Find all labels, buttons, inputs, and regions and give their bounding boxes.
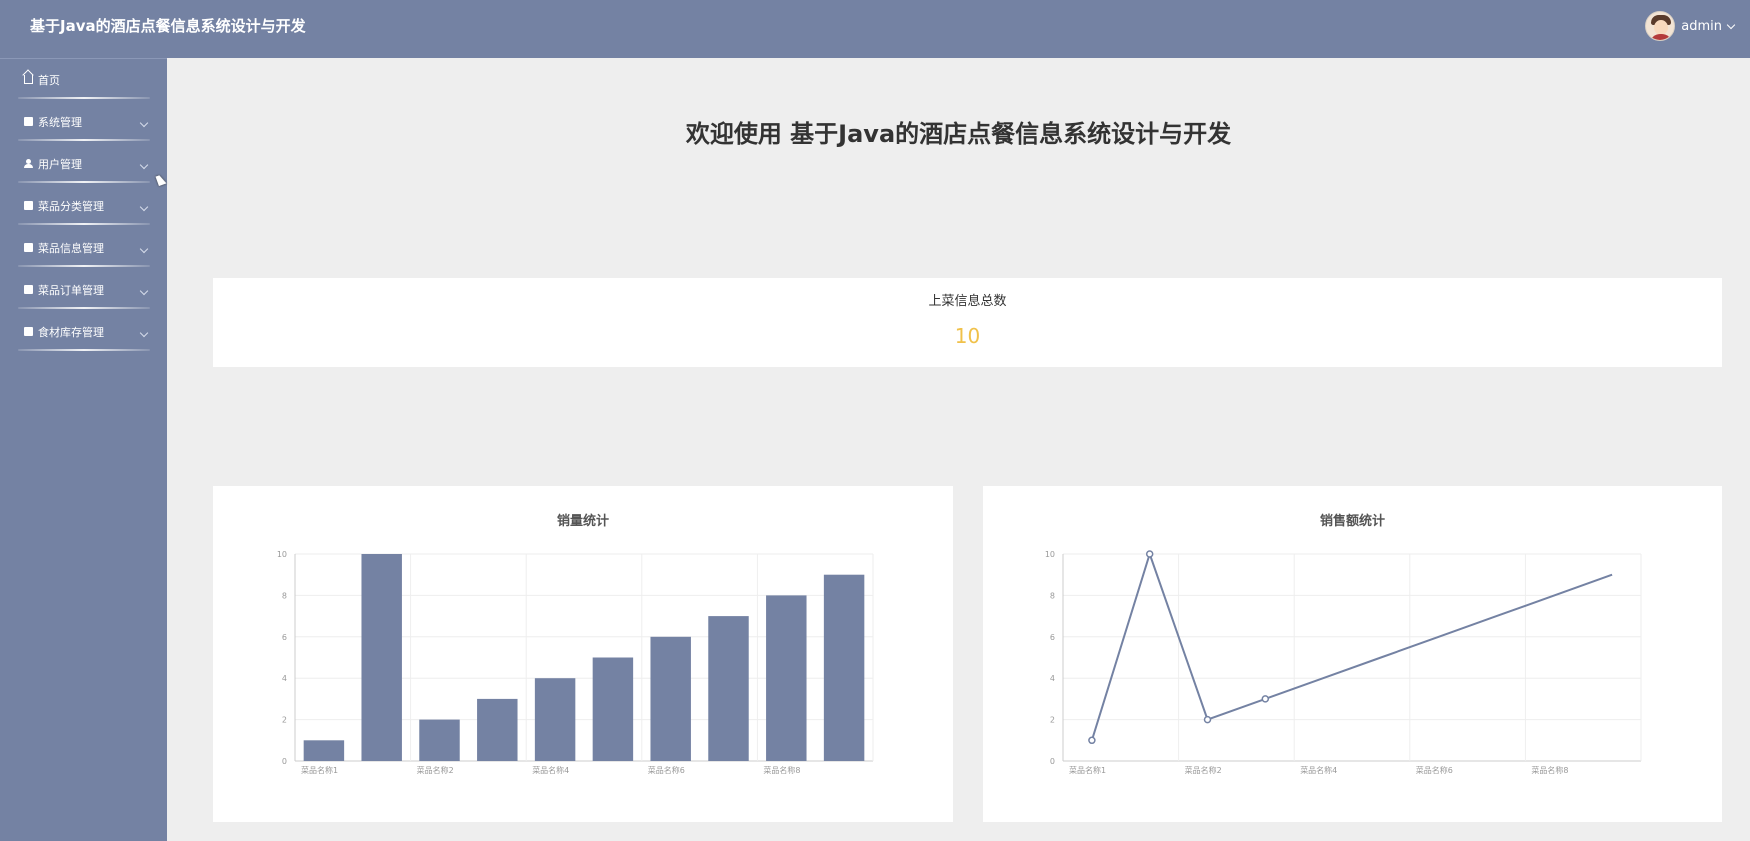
y-tick-label: 2 [1050, 716, 1055, 725]
sales-volume-chart-card: 销量统计 0 2 4 6 8 10 菜品名称1 菜品名称2 菜品名称4 菜品名称6 菜品名称8 [213, 486, 953, 822]
grid-icon [24, 201, 33, 210]
sidebar-item-dish-category[interactable]: 菜品分类管理 [0, 185, 167, 227]
sidebar-item-label: 菜品信息管理 [38, 242, 104, 255]
x-tick-label: 菜品名称4 [532, 765, 569, 775]
sidebar-item-users[interactable]: 用户管理 [0, 143, 167, 185]
chevron-down-icon[interactable] [139, 326, 149, 339]
menu-divider [18, 349, 150, 351]
y-tick-label: 2 [282, 716, 287, 725]
x-tick-label: 菜品名称2 [1185, 765, 1222, 775]
chevron-down-icon[interactable] [139, 200, 149, 213]
y-tick-label: 8 [282, 591, 287, 600]
grid-icon [24, 327, 33, 336]
sidebar-item-label: 系统管理 [38, 116, 82, 129]
stat-label: 上菜信息总数 [928, 294, 1007, 309]
home-icon [24, 75, 33, 84]
x-tick-label: 菜品名称2 [417, 765, 454, 775]
top-header: 基于Java的酒店点餐信息系统设计与开发 admin [0, 0, 1750, 58]
bar [708, 616, 749, 761]
chevron-down-icon[interactable] [139, 158, 149, 171]
bar [766, 595, 807, 761]
y-tick-label: 8 [1050, 591, 1055, 600]
username[interactable]: admin [1681, 19, 1722, 34]
menu-divider [18, 181, 150, 183]
menu-divider [18, 307, 150, 309]
avatar[interactable] [1645, 11, 1676, 41]
x-tick-label: 菜品名称8 [763, 765, 800, 775]
app-title: 基于Java的酒店点餐信息系统设计与开发 [30, 17, 306, 35]
sidebar-item-label: 菜品分类管理 [38, 200, 104, 213]
data-point [1203, 715, 1212, 724]
series-line [1090, 550, 1613, 741]
bar [823, 574, 865, 761]
sidebar-item-dish-info[interactable]: 菜品信息管理 [0, 227, 167, 269]
sales-amount-line-chart: 0 2 4 6 8 10 菜品名称1 菜品名称2 菜品名称4 菜品名称6 菜品名称8 [1045, 550, 1642, 775]
menu-divider [18, 223, 150, 225]
sidebar-item-system[interactable]: 系统管理 [0, 101, 167, 143]
x-tick-label: 菜品名称6 [1416, 765, 1453, 775]
sales-volume-bar-chart: 0 2 4 6 8 10 菜品名称1 菜品名称2 菜品名称4 菜品名称6 菜品名称8 [277, 550, 874, 775]
x-tick-label: 菜品名称6 [648, 765, 685, 775]
bar [592, 657, 634, 761]
x-tick-label: 菜品名称1 [1069, 765, 1106, 775]
page-title: 欢迎使用 基于Java的酒店点餐信息系统设计与开发 [685, 120, 1232, 148]
chevron-down-icon[interactable] [139, 284, 149, 297]
x-tick-label: 菜品名称8 [1531, 765, 1568, 775]
data-point [1145, 550, 1154, 558]
sidebar-item-label: 菜品订单管理 [38, 284, 104, 297]
grid-icon [24, 285, 33, 294]
sidebar: 首页 系统管理 用户管理 菜品分类管理 菜品信息管理 菜品订单管理 食材库存管理 [0, 58, 167, 841]
bar [650, 636, 691, 761]
chevron-down-icon[interactable] [139, 242, 149, 255]
y-tick-label: 4 [1050, 674, 1055, 683]
x-tick-label: 菜品名称1 [301, 765, 338, 775]
y-tick-label: 0 [282, 757, 287, 766]
y-tick-label: 10 [1045, 550, 1055, 559]
sidebar-item-label: 首页 [38, 74, 60, 87]
stat-card: 上菜信息总数 10 [213, 278, 1722, 367]
grid-icon [24, 243, 33, 252]
sidebar-item-home[interactable]: 首页 [0, 59, 167, 101]
bar [477, 698, 518, 761]
stat-value: 10 [954, 324, 981, 348]
y-tick-label: 10 [277, 550, 287, 559]
y-tick-label: 6 [1050, 633, 1055, 642]
sales-amount-chart-card: 销售额统计 0 2 4 6 8 10 菜品名称1 菜品名称2 菜品名称4 菜品名称6 菜品名称8 [983, 486, 1722, 822]
sidebar-item-dish-orders[interactable]: 菜品订单管理 [0, 269, 167, 311]
bar [419, 719, 460, 761]
y-tick-label: 6 [282, 633, 287, 642]
chevron-down-icon[interactable] [139, 116, 149, 129]
data-point [1088, 736, 1096, 745]
menu-divider [18, 265, 150, 267]
grid-icon [24, 117, 33, 126]
bar [534, 678, 576, 761]
bar [303, 740, 345, 761]
menu-divider [18, 97, 150, 99]
y-tick-label: 0 [1050, 757, 1055, 766]
x-tick-label: 菜品名称4 [1300, 765, 1337, 775]
menu-divider [18, 139, 150, 141]
user-icon [24, 159, 33, 168]
sidebar-item-inventory[interactable]: 食材库存管理 [0, 311, 167, 353]
sidebar-item-label: 食材库存管理 [38, 326, 104, 339]
sidebar-item-label: 用户管理 [38, 158, 82, 171]
chevron-down-icon[interactable] [1726, 20, 1736, 29]
user-menu[interactable]: admin [1645, 11, 1736, 41]
y-tick-label: 4 [282, 674, 287, 683]
data-point [1261, 695, 1270, 703]
bar [361, 554, 402, 761]
